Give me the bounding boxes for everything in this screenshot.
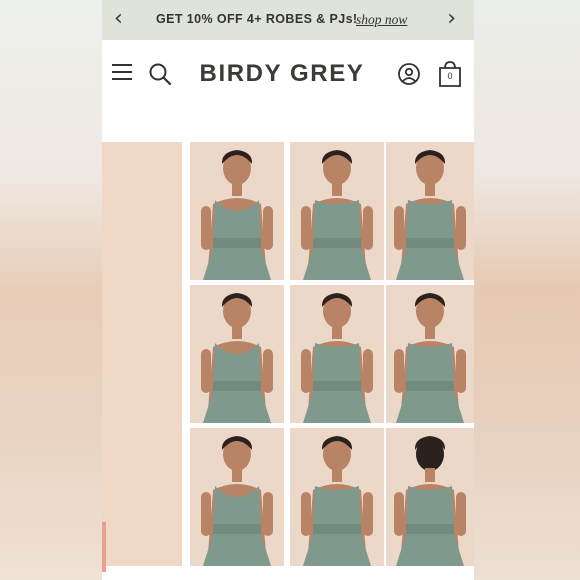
phone-screen: ‹ GET 10% OFF 4+ ROBES & PJs! shop now ›…	[102, 0, 474, 580]
partial-product-photo[interactable]	[102, 142, 182, 572]
brand-logo[interactable]: BIRDY GREY	[194, 60, 370, 88]
site-header: BIRDY GREY 0	[102, 40, 474, 112]
gallery-photo-one-shoulder[interactable]	[386, 285, 474, 423]
account-icon[interactable]	[398, 63, 420, 85]
background-blur-left	[0, 0, 102, 580]
product-gallery	[190, 142, 474, 566]
bag-count: 0	[447, 71, 453, 81]
gallery-photo-v-halter[interactable]	[190, 285, 284, 423]
shopping-bag-icon[interactable]: 0	[438, 60, 462, 88]
chevron-left-icon[interactable]: ‹	[114, 8, 123, 30]
chevron-right-icon[interactable]: ›	[447, 8, 456, 30]
menu-icon[interactable]	[112, 64, 132, 80]
search-icon[interactable]	[148, 62, 172, 86]
gallery-photo-halter-twist[interactable]	[190, 142, 284, 280]
background-blur-right	[474, 0, 580, 580]
gallery-photo-halter-neck[interactable]	[290, 142, 384, 280]
gallery-photo-sweetheart[interactable]	[386, 142, 474, 280]
promo-banner: ‹ GET 10% OFF 4+ ROBES & PJs! shop now ›	[102, 0, 474, 40]
gallery-photo-strapless-twist[interactable]	[290, 428, 384, 566]
promo-text: GET 10% OFF 4+ ROBES & PJs!	[156, 12, 358, 26]
gallery-photo-flutter-sleeve[interactable]	[190, 428, 284, 566]
gallery-photo-back-cross[interactable]	[386, 428, 474, 566]
gallery-photo-off-shoulder[interactable]	[290, 285, 384, 423]
shop-now-link[interactable]: shop now	[356, 12, 407, 28]
